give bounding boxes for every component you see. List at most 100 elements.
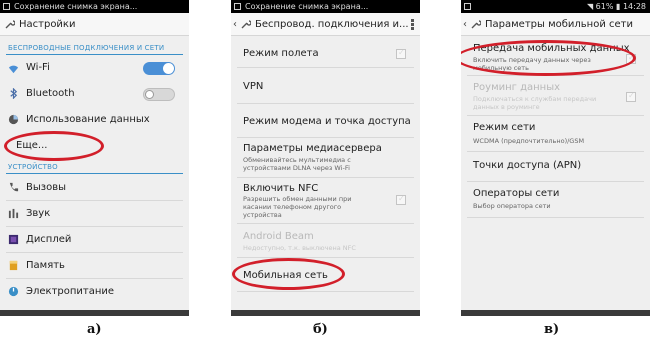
- mobile-network-label: Мобильная сеть: [243, 270, 328, 281]
- data-roaming-description: Подключаться к службам передачи данных в…: [473, 95, 597, 111]
- section-divider: [6, 173, 183, 174]
- caption-a: а): [87, 322, 102, 337]
- vpn-row[interactable]: VPN: [231, 68, 420, 104]
- network-operators-row[interactable]: Операторы сети Выбор оператора сети: [461, 182, 650, 218]
- power-label: Электропитание: [26, 286, 115, 297]
- power-row[interactable]: Электропитание: [0, 281, 189, 305]
- overflow-menu-icon[interactable]: [411, 19, 414, 30]
- android-beam-description: Недоступно, т.к. выключена NFC: [243, 244, 356, 252]
- wireless-settings-screen: Сохранение снимка экрана... ‹ Беспровод.…: [231, 0, 420, 316]
- bluetooth-toggle[interactable]: [143, 88, 175, 101]
- data-usage-label: Использование данных: [26, 114, 150, 125]
- display-icon: [8, 234, 19, 245]
- screenshot-icon: [234, 3, 241, 10]
- display-row[interactable]: Дисплей: [0, 229, 189, 253]
- navigation-bar: [461, 310, 650, 316]
- back-chevron-icon[interactable]: ‹: [233, 13, 237, 35]
- wifi-icon: [8, 65, 19, 74]
- calls-row[interactable]: Вызовы: [0, 177, 189, 201]
- nfc-row[interactable]: Включить NFC Разрешить обмен данными при…: [231, 178, 420, 224]
- media-server-row[interactable]: Параметры медиасервера Обменивайтесь мул…: [231, 138, 420, 178]
- bluetooth-label: Bluetooth: [26, 88, 75, 99]
- data-roaming-row: Роуминг данных Подключаться к службам пе…: [461, 78, 650, 116]
- action-bar: ‹ Беспровод. подключения и...: [231, 13, 420, 36]
- mobile-data-label: Передача мобильных данных: [473, 43, 630, 54]
- network-mode-label: Режим сети: [473, 122, 536, 133]
- mobile-data-description: Включить передачу данных через мобильную…: [473, 56, 591, 72]
- network-mode-row[interactable]: Режим сети WCDMA (предпочтительно)/GSM: [461, 116, 650, 152]
- storage-row[interactable]: Память: [0, 255, 189, 279]
- status-text: Сохранение снимка экрана...: [245, 2, 369, 11]
- action-bar: ‹ Параметры мобильной сети: [461, 13, 650, 36]
- settings-wrench-icon: [241, 20, 251, 29]
- nfc-label: Включить NFC: [243, 183, 319, 194]
- airplane-mode-checkbox[interactable]: [396, 48, 406, 59]
- sound-row[interactable]: Звук: [0, 203, 189, 227]
- nfc-checkbox[interactable]: [396, 194, 406, 205]
- network-operators-description: Выбор оператора сети: [473, 202, 551, 210]
- status-text: Сохранение снимка экрана...: [14, 2, 138, 11]
- sound-label: Звук: [26, 208, 51, 219]
- action-bar: Настройки: [0, 13, 189, 36]
- more-label: Еще...: [16, 140, 48, 151]
- battery-percent: 61%: [595, 2, 614, 11]
- caption-b: б): [313, 322, 328, 337]
- nfc-description: Разрешить обмен данными при касании теле…: [243, 195, 352, 219]
- apn-label: Точки доступа (APN): [473, 160, 582, 171]
- caption-c: в): [544, 322, 560, 337]
- mobile-data-checkbox[interactable]: [626, 53, 636, 64]
- section-divider: [6, 54, 183, 55]
- android-beam-label: Android Beam: [243, 231, 314, 242]
- calls-label: Вызовы: [26, 182, 66, 193]
- android-beam-row: Android Beam Недоступно, т.к. выключена …: [231, 226, 420, 258]
- screenshot-icon: [3, 3, 10, 10]
- battery-icon: ▮: [615, 2, 621, 11]
- mobile-network-settings-screen: ◥ 61% ▮ 14:28 ‹ Параметры мобильной сети…: [461, 0, 650, 316]
- status-indicators: ◥ 61% ▮ 14:28: [587, 0, 646, 13]
- status-bar: Сохранение снимка экрана...: [0, 0, 189, 13]
- vpn-label: VPN: [243, 81, 264, 92]
- mobile-data-row[interactable]: Передача мобильных данных Включить перед…: [461, 42, 650, 76]
- phone-icon: [9, 182, 19, 192]
- display-label: Дисплей: [26, 234, 72, 245]
- settings-wrench-icon: [471, 20, 481, 29]
- tethering-row[interactable]: Режим модема и точка доступа: [231, 104, 420, 138]
- data-usage-row[interactable]: Использование данных: [0, 109, 189, 133]
- section-wireless-header: БЕСПРОВОДНЫЕ ПОДКЛЮЧЕНИЯ И СЕТИ: [8, 44, 165, 52]
- storage-label: Память: [26, 260, 65, 271]
- screenshot-icon: [464, 3, 471, 10]
- media-server-description: Обменивайтесь мультимедиа с устройствами…: [243, 156, 351, 172]
- data-usage-icon: [8, 114, 19, 125]
- wifi-row[interactable]: Wi-Fi: [0, 57, 189, 81]
- more-row[interactable]: Еще...: [0, 135, 189, 157]
- clock: 14:28: [622, 2, 646, 11]
- airplane-mode-row[interactable]: Режим полета: [231, 40, 420, 68]
- network-mode-value: WCDMA (предпочтительно)/GSM: [473, 137, 585, 145]
- wifi-toggle[interactable]: [143, 62, 175, 75]
- mobile-network-row[interactable]: Мобильная сеть: [231, 262, 420, 292]
- bluetooth-icon: [10, 88, 18, 99]
- media-server-label: Параметры медиасервера: [243, 143, 382, 154]
- network-operators-label: Операторы сети: [473, 188, 560, 199]
- storage-icon: [9, 260, 18, 271]
- status-bar: ◥ 61% ▮ 14:28: [461, 0, 650, 13]
- apn-row[interactable]: Точки доступа (APN): [461, 152, 650, 182]
- page-title: Беспровод. подключения и...: [255, 19, 409, 30]
- back-chevron-icon[interactable]: ‹: [463, 13, 467, 35]
- data-roaming-checkbox: [626, 91, 636, 102]
- wifi-signal-icon: ◥: [586, 2, 594, 11]
- settings-wrench-icon: [5, 20, 15, 29]
- navigation-bar: [231, 310, 420, 316]
- tethering-label: Режим модема и точка доступа: [243, 116, 411, 127]
- airplane-mode-label: Режим полета: [243, 48, 319, 59]
- data-roaming-label: Роуминг данных: [473, 82, 561, 93]
- sound-equalizer-icon: [8, 208, 19, 219]
- page-title: Настройки: [19, 19, 76, 30]
- power-icon: [8, 286, 19, 297]
- settings-screen: Сохранение снимка экрана... Настройки БЕ…: [0, 0, 189, 316]
- page-title: Параметры мобильной сети: [485, 19, 633, 30]
- bluetooth-row[interactable]: Bluetooth: [0, 83, 189, 107]
- section-device-header: УСТРОЙСТВО: [8, 163, 58, 171]
- wifi-label: Wi-Fi: [26, 62, 50, 73]
- status-bar: Сохранение снимка экрана...: [231, 0, 420, 13]
